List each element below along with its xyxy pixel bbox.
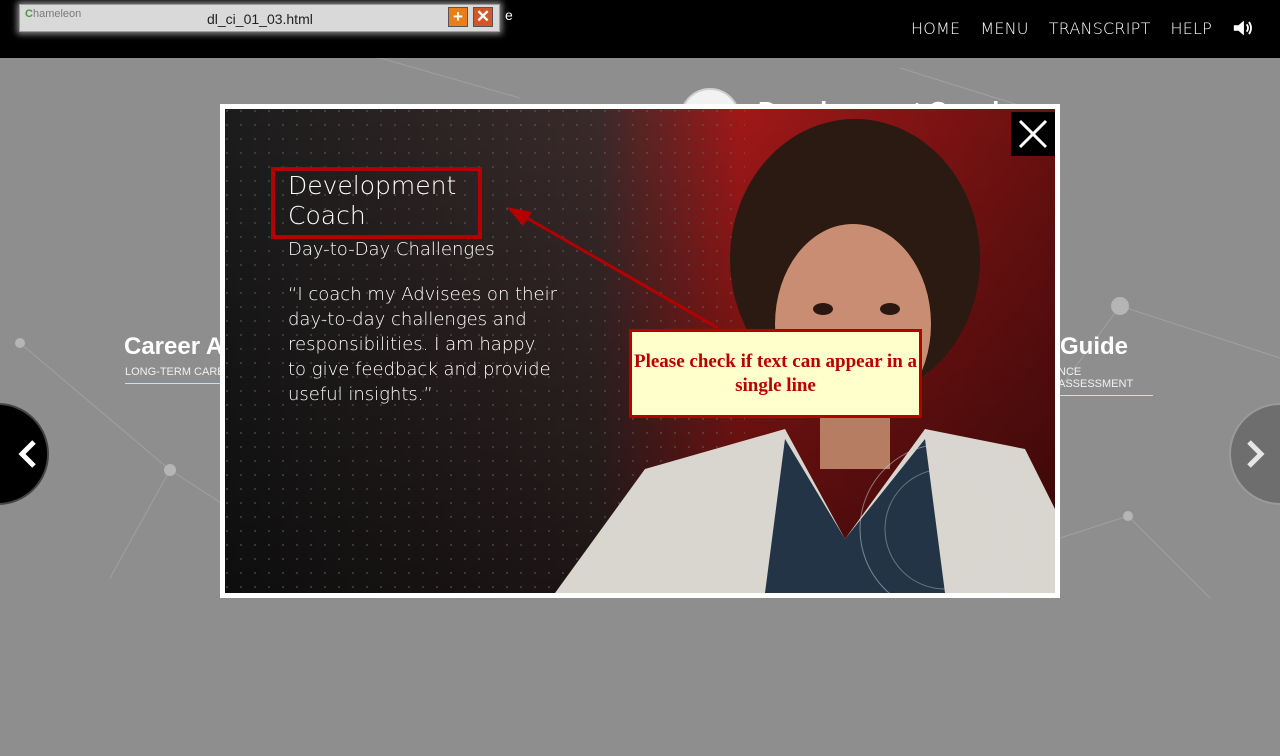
background-card-subtitle-right: NCE ASSESSMENT [1058,366,1153,396]
chameleon-toolbar: Chameleon dl_ci_01_03.html + ✕ [19,4,500,32]
main-nav: HOME MENU TRANSCRIPT HELP [911,0,1254,56]
close-modal-button[interactable] [1011,112,1055,156]
filename-label: dl_ci_01_03.html [207,11,313,27]
modal-title: Development Coach [288,171,457,230]
modal-quote: “I coach my Advisees on their day-to-day… [288,284,558,405]
nav-help[interactable]: HELP [1170,19,1212,38]
nav-transcript[interactable]: TRANSCRIPT [1049,19,1151,38]
coach-text: Development Coach Day-to-Day Challenges … [288,171,558,407]
close-toolbar-button[interactable]: ✕ [473,7,493,27]
background-card-title-left: Career A [124,333,224,360]
nav-home[interactable]: HOME [911,19,960,38]
chevron-right-icon [1247,440,1265,468]
toolbar-tail-text: e [505,7,513,23]
chameleon-logo: Chameleon [25,8,82,20]
chevron-left-icon [18,440,36,468]
modal-subtitle: Day-to-Day Challenges [288,239,495,260]
speaker-icon[interactable] [1232,17,1254,39]
background-card-subtitle-left: LONG-TERM CARE [125,366,225,384]
nav-menu[interactable]: MENU [980,19,1028,38]
add-button[interactable]: + [448,7,468,27]
close-icon [1018,119,1048,149]
review-callout: Please check if text can appear in a sin… [629,329,922,418]
background-card-title-right: Guide [1060,333,1129,360]
